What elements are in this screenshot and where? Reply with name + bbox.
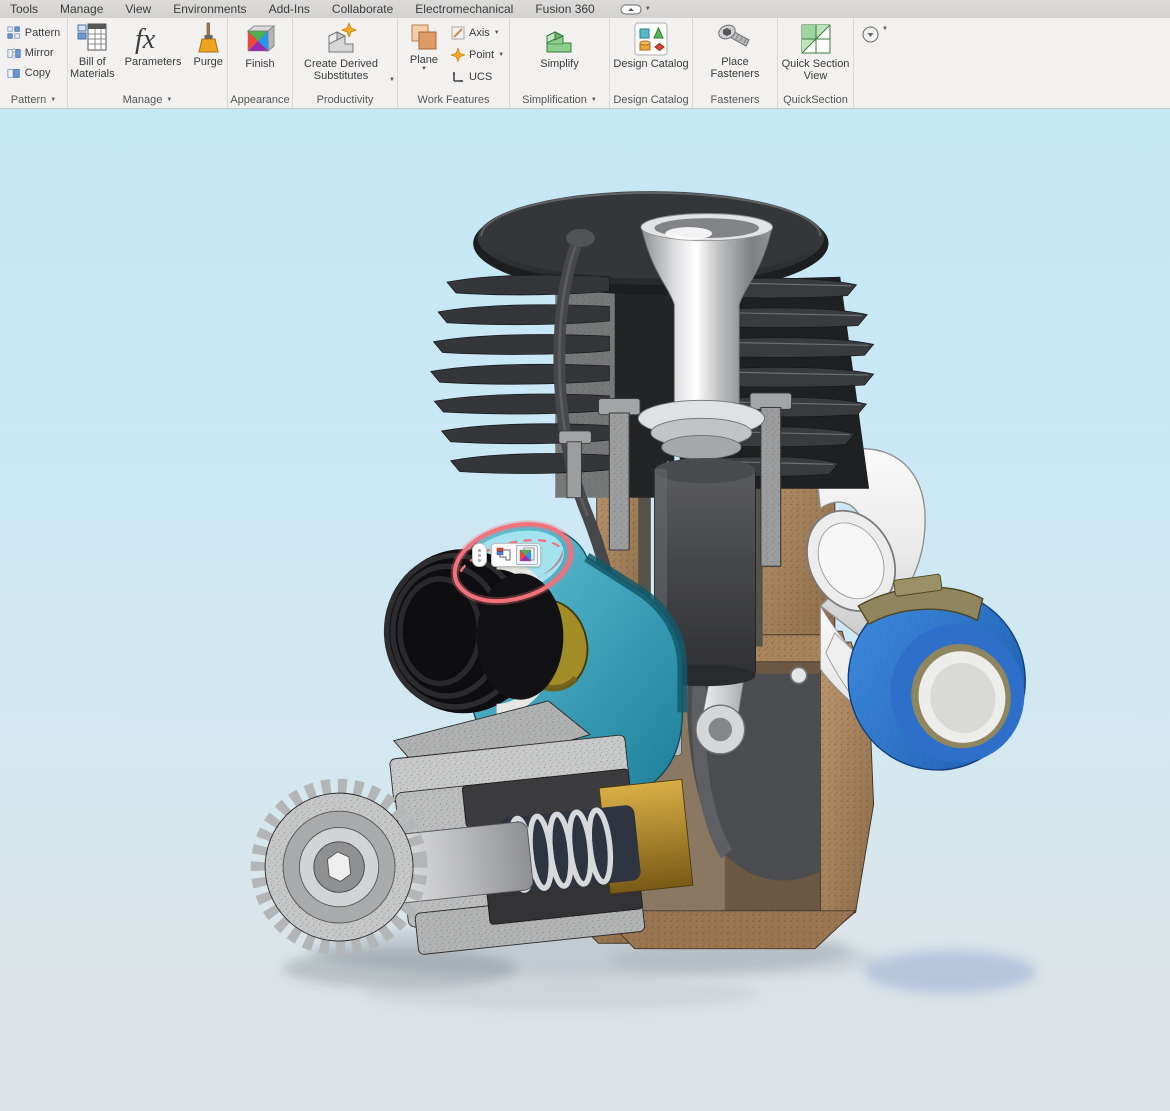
quick-section-view-icon xyxy=(799,22,833,56)
chevron-down-icon: ▼ xyxy=(645,6,651,12)
ribbon-group-pattern: Pattern Mirror Copy Pattern ▼ xyxy=(0,18,68,108)
chevron-down-icon: ▼ xyxy=(50,97,56,103)
chevron-down-icon: ▼ xyxy=(494,30,500,36)
parameters-button[interactable]: fx Parameters xyxy=(123,21,184,69)
model-viewport[interactable] xyxy=(0,109,1170,1111)
copy-button[interactable]: Copy xyxy=(7,64,60,81)
copy-icon xyxy=(7,66,21,80)
ucs-icon xyxy=(451,70,465,84)
quick-section-view-button[interactable]: Quick Section View xyxy=(778,21,853,83)
ribbon-group-manage: Bill of Materials fx Parameters Purge Ma xyxy=(68,18,228,108)
ribbon-group-fasteners: Place Fasteners Fasteners xyxy=(693,18,778,108)
ribbon-group-design-catalog: Design Catalog Design Catalog xyxy=(610,18,693,108)
ribbon-group-simplification: Simplify Simplification ▼ xyxy=(510,18,610,108)
point-button[interactable]: Point ▼ xyxy=(451,46,504,63)
design-catalog-button[interactable]: Design Catalog xyxy=(610,21,692,71)
axis-icon xyxy=(451,26,465,40)
group-label-manage[interactable]: Manage ▼ xyxy=(68,91,227,108)
ribbon-group-appearance: Finish Appearance xyxy=(228,18,293,108)
group-label-simplification[interactable]: Simplification ▼ xyxy=(510,91,609,108)
group-label-work-features: Work Features xyxy=(398,91,509,108)
purge-button[interactable]: Purge xyxy=(189,21,227,69)
group-label-quicksection: QuickSection xyxy=(778,91,853,108)
bill-of-materials-icon xyxy=(76,22,108,54)
svg-text:fx: fx xyxy=(135,24,156,54)
ribbon-group-quicksection: Quick Section View QuickSection xyxy=(778,18,854,108)
menu-tab-collaborate[interactable]: Collaborate xyxy=(321,2,404,16)
substitute-button[interactable] xyxy=(494,546,514,564)
create-derived-substitutes-icon xyxy=(324,22,358,56)
pattern-button[interactable]: Pattern xyxy=(7,24,60,41)
plane-icon xyxy=(409,22,439,52)
create-derived-substitutes-button[interactable]: Create Derived Substitutes xyxy=(295,21,387,83)
place-fasteners-button[interactable]: Place Fasteners xyxy=(703,21,767,81)
parameters-icon: fx xyxy=(131,22,175,54)
group-label-fasteners: Fasteners xyxy=(693,91,777,108)
menu-tab-fusion360[interactable]: Fusion 360 xyxy=(524,2,605,16)
chevron-down-icon[interactable]: ▼ xyxy=(389,77,395,83)
purge-icon xyxy=(192,22,224,54)
pattern-icon xyxy=(7,26,21,40)
simplify-button[interactable]: Simplify xyxy=(532,21,588,71)
ribbon: Pattern Mirror Copy Pattern ▼ xyxy=(0,18,1170,109)
minimize-ribbon-button[interactable]: ▼ xyxy=(854,18,888,108)
mirror-button[interactable]: Mirror xyxy=(7,44,60,61)
chevron-down-icon: ▼ xyxy=(498,52,504,58)
menu-tab-tools[interactable]: Tools xyxy=(0,2,49,16)
bill-of-materials-button[interactable]: Bill of Materials xyxy=(68,21,117,81)
chevron-down-icon: ▼ xyxy=(882,26,888,32)
design-catalog-icon xyxy=(634,22,668,56)
ribbon-toggle-icon xyxy=(620,4,642,15)
selection-mini-toolbar xyxy=(472,543,541,567)
group-label-design-catalog: Design Catalog xyxy=(610,91,692,108)
simplify-icon xyxy=(543,22,577,56)
ribbon-group-work-features: Plane ▼ Axis ▼ Point xyxy=(398,18,510,108)
finish-button[interactable]: Finish xyxy=(234,21,286,71)
appearance-button[interactable] xyxy=(516,545,538,565)
chevron-down-icon: ▼ xyxy=(166,97,172,103)
menu-tab-view[interactable]: View xyxy=(114,2,162,16)
plane-button[interactable]: Plane ▼ xyxy=(403,21,445,85)
ucs-button[interactable]: UCS xyxy=(451,68,504,85)
point-icon xyxy=(451,48,465,62)
place-fasteners-icon xyxy=(717,22,753,54)
mini-toolbar-drag-handle[interactable] xyxy=(472,543,487,567)
minimize-ribbon-icon xyxy=(862,26,879,43)
group-label-appearance: Appearance xyxy=(228,91,292,108)
ribbon-display-toggle[interactable]: ▼ xyxy=(620,4,651,15)
menu-tab-electromechanical[interactable]: Electromechanical xyxy=(404,2,524,16)
axis-button[interactable]: Axis ▼ xyxy=(451,24,504,41)
group-label-productivity: Productivity xyxy=(293,91,397,108)
appearance-icon xyxy=(519,547,535,563)
menu-tab-manage[interactable]: Manage xyxy=(49,2,114,16)
menu-tab-environments[interactable]: Environments xyxy=(162,2,257,16)
group-label-pattern[interactable]: Pattern ▼ xyxy=(0,91,67,108)
engine-cutaway-model xyxy=(0,109,1170,1111)
chevron-down-icon: ▼ xyxy=(421,66,427,72)
ribbon-group-productivity: Create Derived Substitutes ▼ Productivit… xyxy=(293,18,398,108)
inventor-window: Tools Manage View Environments Add-Ins C… xyxy=(0,0,1170,1111)
menu-tab-addins[interactable]: Add-Ins xyxy=(258,2,321,16)
ribbon-tab-bar: Tools Manage View Environments Add-Ins C… xyxy=(0,0,1170,18)
finish-icon xyxy=(243,22,277,56)
mini-toolbar-buttons xyxy=(491,543,541,567)
chevron-down-icon: ▼ xyxy=(591,97,597,103)
mirror-icon xyxy=(7,46,21,60)
substitute-icon xyxy=(496,547,512,563)
